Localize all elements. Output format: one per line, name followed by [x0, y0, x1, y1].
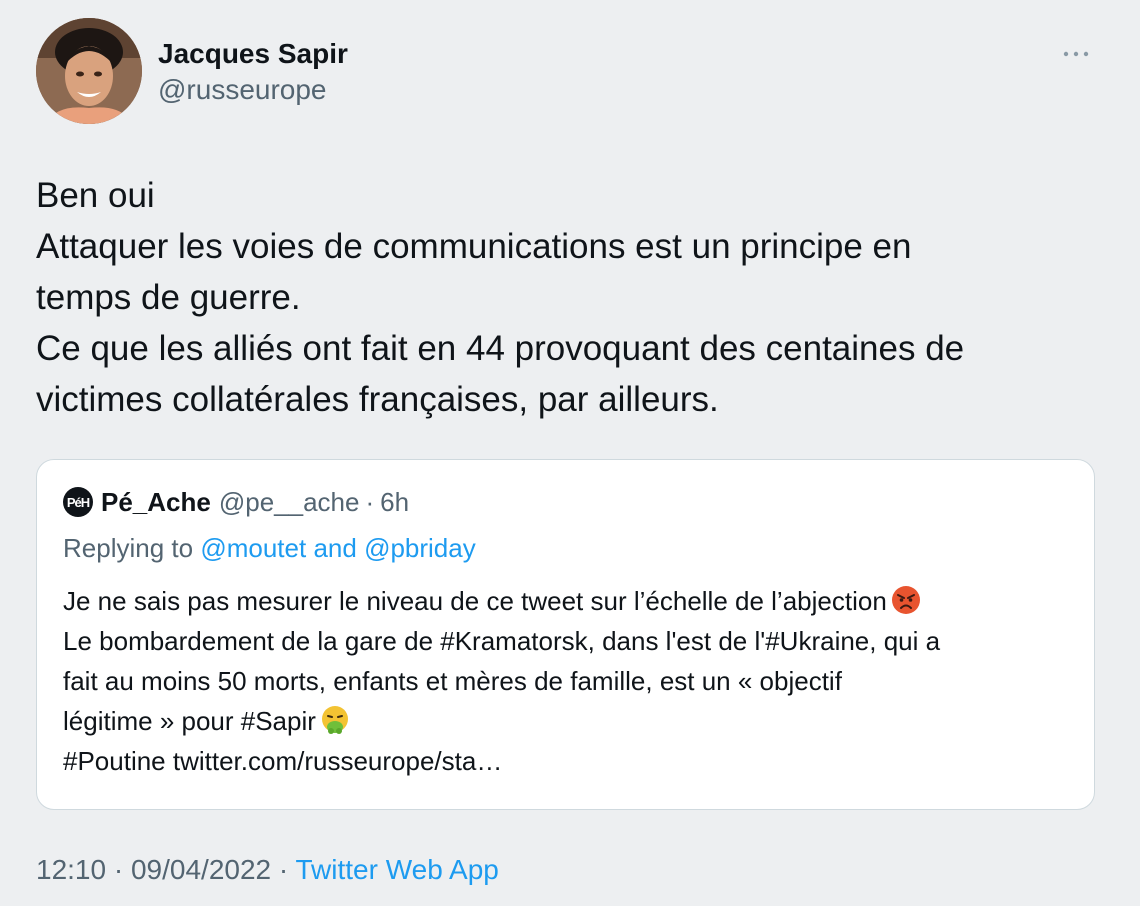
tweet-footer: 12:10 · 09/04/2022 · Twitter Web App — [36, 852, 499, 888]
source-app-link[interactable]: Twitter Web App — [296, 854, 499, 885]
quoted-tweet-header: PéH Pé_Ache @pe__ache · 6h — [63, 482, 409, 522]
quoted-tweet[interactable]: PéH Pé_Ache @pe__ache · 6h Replying to @… — [36, 459, 1095, 810]
and-word: and — [313, 533, 357, 563]
meta-separator: · — [365, 486, 375, 517]
tweet-text-line: victimes collatérales françaises, par ai… — [36, 380, 719, 419]
quoted-text-line: Le bombardement de la gare de #Kramators… — [63, 626, 941, 656]
footer-separator: · — [113, 854, 124, 885]
tweet: Jacques Sapir @russeurope Ben oui Attaqu… — [0, 0, 1140, 906]
tweet-time[interactable]: 12:10 — [36, 854, 106, 885]
quoted-text-line-content: Je ne sais pas mesurer le niveau de ce t… — [63, 586, 887, 616]
mention-link[interactable]: @moutet — [200, 533, 306, 563]
author-handle[interactable]: @russeurope — [158, 72, 348, 108]
quoted-text-line: Je ne sais pas mesurer le niveau de ce t… — [63, 581, 1073, 621]
quoted-text-line: fait au moins 50 morts, enfants et mères… — [63, 666, 842, 696]
quoted-author-avatar[interactable]: PéH — [63, 487, 93, 517]
author-info: Jacques Sapir @russeurope — [158, 36, 348, 108]
tweet-date[interactable]: 09/04/2022 — [131, 854, 271, 885]
tweet-text-line: Ce que les alliés ont fait en 44 provoqu… — [36, 329, 965, 368]
tweet-text-line: Ben oui — [36, 176, 155, 215]
replying-to: Replying to @moutet and @pbriday — [63, 530, 476, 566]
replying-prefix: Replying to — [63, 533, 194, 563]
avatar-image — [36, 18, 142, 124]
quoted-tweet-time[interactable]: 6h — [380, 487, 409, 518]
quoted-text-line-content: légitime » pour #Sapir — [63, 706, 316, 736]
angry-face-icon — [891, 586, 920, 614]
ellipsis-icon — [1063, 51, 1089, 57]
quoted-author-name[interactable]: Pé_Ache — [101, 487, 211, 518]
mention-link[interactable]: @pbriday — [364, 533, 476, 563]
tweet-text: Ben oui Attaquer les voies de communicat… — [36, 170, 1096, 425]
quoted-text-line: légitime » pour #Sapir — [63, 701, 1073, 741]
quoted-text-line: #Poutine twitter.com/russeurope/sta… — [63, 746, 503, 776]
author-avatar[interactable] — [36, 18, 142, 124]
footer-separator: · — [278, 854, 289, 885]
tweet-text-line: temps de guerre. — [36, 278, 301, 317]
tweet-text-line: Attaquer les voies de communications est… — [36, 227, 912, 266]
more-options-button[interactable] — [1056, 42, 1096, 66]
quoted-tweet-text: Je ne sais pas mesurer le niveau de ce t… — [63, 581, 1073, 781]
quoted-author-handle[interactable]: @pe__ache — [219, 487, 360, 518]
vomiting-face-icon — [321, 706, 348, 734]
author-name[interactable]: Jacques Sapir — [158, 36, 348, 72]
